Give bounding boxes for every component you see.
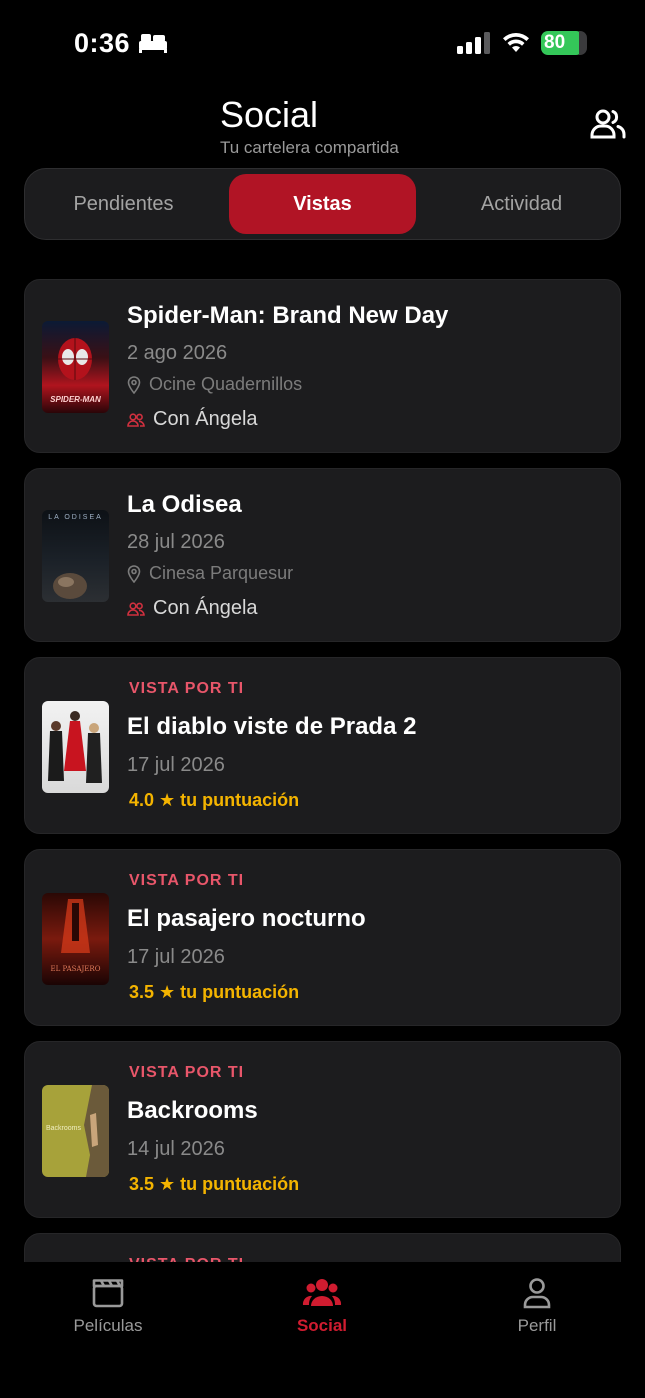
companion-row: Con Ángela [127,597,258,620]
clapperboard-icon [92,1279,124,1308]
movie-date: 2 ago 2026 [127,342,228,364]
watched-tag: VISTA POR TI [129,872,245,889]
movie-title: Backrooms [127,1097,258,1124]
tab-perfil[interactable]: Perfil [467,1276,607,1336]
segment-vistas[interactable]: Vistas [229,174,416,234]
cinema-row: Ocine Quadernillos [127,374,302,395]
tab-label: Películas [73,1316,143,1335]
movie-card[interactable]: LA ODISEA La Odisea 28 jul 2026 Cinesa P… [24,468,621,642]
wifi-icon [503,32,529,52]
friends-button[interactable] [588,108,630,144]
page-title: Social [220,94,319,135]
people-icon [127,601,145,616]
movie-date: 14 jul 2026 [127,1138,225,1160]
movie-date: 17 jul 2026 [127,754,225,776]
bottom-tab-bar: Películas Social Perfil [0,1262,645,1398]
screen: 0:36 80 Social Tu cartelera compartida P… [0,0,645,1398]
movie-card[interactable]: Backrooms VISTA POR TI Backrooms 14 jul … [24,1041,621,1218]
poster-title: Backrooms [46,1125,82,1132]
user-rating: 4.0 ★ tu puntuación [129,790,300,810]
cinema-row: Cinesa Parquesur [127,563,293,584]
status-time: 0:36 [74,28,131,58]
movie-poster: Backrooms [42,1085,109,1177]
movie-poster: EL PASAJERO [42,893,109,985]
movie-title: El pasajero nocturno [127,905,366,932]
people-icon [127,412,145,427]
cinema-name: Cinesa Parquesur [149,563,294,583]
poster-title: SPIDER-MAN [50,395,101,404]
companion-name: Con Ángela [153,597,258,619]
location-pin-icon [127,564,141,583]
people-icon [590,109,626,139]
companion-row: Con Ángela [127,408,258,431]
tab-social[interactable]: Social [252,1276,392,1336]
location-pin-icon [127,375,141,394]
movie-card[interactable]: EL PASAJERO VISTA POR TI El pasajero noc… [24,849,621,1026]
watched-tag: VISTA POR TI [129,1064,245,1081]
movie-card[interactable]: VISTA POR TI El diablo viste de Prada 2 … [24,657,621,834]
watched-tag: VISTA POR TI [129,680,245,697]
segmented-control: Pendientes Vistas Actividad [24,168,621,240]
tab-label: Social [296,1316,348,1335]
people-icon [302,1279,342,1306]
movie-poster: LA ODISEA [42,510,109,602]
page-subtitle: Tu cartelera compartida [220,138,399,157]
user-rating: 3.5 ★ tu puntuación [129,982,300,1002]
companion-name: Con Ángela [153,408,258,430]
movie-title: El diablo viste de Prada 2 [127,713,417,740]
battery-indicator: 80 [541,31,587,55]
movie-title: Spider-Man: Brand New Day [127,302,449,329]
status-bar: 0:36 80 [0,0,645,88]
tab-peliculas[interactable]: Películas [38,1276,178,1336]
segment-actividad[interactable]: Actividad [428,174,615,234]
poster-title: LA ODISEA [48,514,103,521]
movie-date: 28 jul 2026 [127,531,225,553]
tab-label: Perfil [517,1316,557,1335]
movie-title: La Odisea [127,491,242,518]
cell-signal-icon [457,32,490,54]
sleep-bed-icon [139,34,167,53]
cinema-name: Ocine Quadernillos [149,374,303,394]
movie-poster: SPIDER-MAN [42,321,109,413]
svg-text:EL PASAJERO: EL PASAJERO [51,965,101,973]
movie-poster [42,701,109,793]
person-icon [523,1278,551,1309]
user-rating: 3.5 ★ tu puntuación [129,1174,300,1194]
battery-level: 80 [544,32,566,53]
segment-pendientes[interactable]: Pendientes [31,174,216,234]
movie-card[interactable]: SPIDER-MAN Spider-Man: Brand New Day 2 a… [24,279,621,453]
movie-date: 17 jul 2026 [127,946,225,968]
